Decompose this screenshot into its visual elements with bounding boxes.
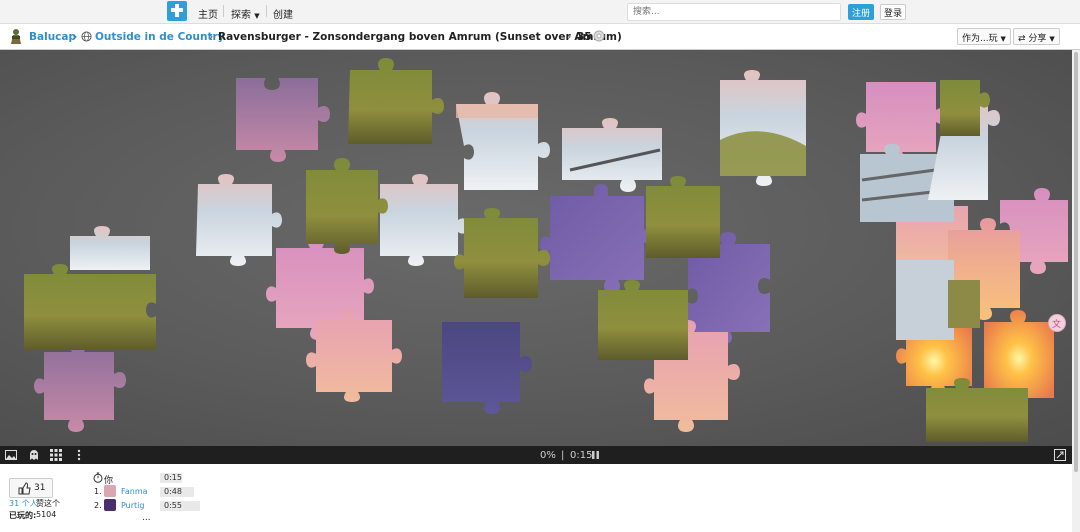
play-as-label: 作为...玩 xyxy=(962,34,998,44)
puzzle-piece[interactable] xyxy=(646,176,720,258)
fullscreen-icon[interactable] xyxy=(1054,449,1066,461)
search-input[interactable] xyxy=(627,3,841,21)
nav-divider xyxy=(266,5,267,17)
nav-create[interactable]: 创建 xyxy=(273,6,293,21)
chevron-right-icon: › xyxy=(567,30,572,43)
puzzle-piece[interactable] xyxy=(442,322,532,414)
ghost-icon[interactable] xyxy=(28,449,40,461)
rank-1: 1. xyxy=(94,487,102,496)
page-title: Ravensburger - Zonsondergang boven Amrum… xyxy=(218,31,622,43)
you-time: 0:15 xyxy=(160,473,182,483)
puzzle-pieces-layer xyxy=(24,58,1068,442)
translate-icon[interactable]: 文 xyxy=(1048,314,1066,332)
puzzle-piece[interactable] xyxy=(948,280,980,328)
leaderboard-name-1[interactable]: Fanma xyxy=(121,487,148,496)
avatar[interactable] xyxy=(104,485,116,497)
rank-2: 2. xyxy=(94,501,102,510)
progress-percent: 0% xyxy=(540,450,556,461)
puzzle-piece[interactable] xyxy=(456,92,550,190)
breadcrumb-category[interactable]: Outside in de Country xyxy=(95,31,225,43)
played-count: 5104 xyxy=(36,510,57,519)
thumbs-up-icon xyxy=(18,482,31,495)
pause-icon[interactable] xyxy=(591,450,600,460)
puzzle-piece[interactable] xyxy=(24,264,156,350)
nav-home[interactable]: 主页 xyxy=(198,6,218,21)
puzzle-piece[interactable] xyxy=(306,158,388,254)
puzzle-piece[interactable] xyxy=(720,70,806,186)
leaderboard-name-2[interactable]: Purtig xyxy=(121,501,144,510)
share-label: 分享 xyxy=(1028,34,1047,44)
puzzle-piece[interactable] xyxy=(380,174,468,266)
puzzle-piece[interactable] xyxy=(896,260,954,340)
chevron-right-icon: › xyxy=(209,30,214,43)
caret-down-icon: ▼ xyxy=(1049,35,1055,43)
leaderboard-time-1: 0:48 xyxy=(160,487,194,497)
puzzle-piece[interactable] xyxy=(306,310,402,402)
login-button[interactable]: 登录 xyxy=(880,4,907,20)
nav-explore-label: 探索 xyxy=(231,10,251,21)
signup-button[interactable]: 注册 xyxy=(848,4,875,20)
likes-people-link[interactable]: 31 个人 xyxy=(9,498,38,509)
nav-divider xyxy=(223,5,224,17)
puzzle-piece[interactable] xyxy=(540,184,658,294)
played-label: 已玩的: xyxy=(9,511,37,520)
user-avatar-icon[interactable] xyxy=(9,28,23,45)
caret-down-icon: ▼ xyxy=(254,12,260,20)
progress-separator: | xyxy=(561,450,565,461)
puzzle-piece[interactable] xyxy=(34,340,126,432)
puzzle-piece[interactable] xyxy=(196,174,282,266)
leaderboard-time-2: 0:55 xyxy=(160,501,200,511)
globe-icon xyxy=(81,31,92,42)
avatar[interactable] xyxy=(104,499,116,511)
puzzle-logo-icon[interactable] xyxy=(167,1,187,21)
puzzle-piece[interactable] xyxy=(348,58,444,144)
gear-icon[interactable] xyxy=(592,29,606,43)
puzzle-piece[interactable] xyxy=(984,310,1054,398)
likes-text: 赞这个 xyxy=(36,499,60,508)
piece-count: 35 xyxy=(577,31,592,43)
stopwatch-icon xyxy=(93,472,103,483)
puzzle-board[interactable] xyxy=(0,50,1072,446)
play-as-dropdown[interactable]: 作为...玩 ▼ xyxy=(957,28,1011,45)
puzzle-piece[interactable] xyxy=(598,280,688,360)
grid-icon[interactable] xyxy=(50,449,62,461)
puzzle-piece[interactable] xyxy=(562,118,662,192)
share-dropdown[interactable]: ⇄ 分享 ▼ xyxy=(1013,28,1060,45)
like-count: 31 xyxy=(34,483,46,493)
image-preview-icon[interactable] xyxy=(5,449,17,461)
like-button[interactable]: 31 xyxy=(9,478,53,498)
scrollbar-thumb[interactable] xyxy=(1074,52,1078,472)
breadcrumb-user[interactable]: Balucap xyxy=(29,31,76,43)
chevron-right-icon: › xyxy=(73,30,78,43)
breadcrumb: Balucap › Outside in de Country › Ravens… xyxy=(0,24,1080,50)
top-navbar: 主页 探索 ▼ 创建 注册 登录 xyxy=(0,0,1080,24)
puzzle-piece[interactable] xyxy=(856,82,948,164)
game-toolbar: 0% | 0:15 xyxy=(0,446,1072,464)
leaderboard-more[interactable]: ... xyxy=(142,513,151,523)
puzzle-piece[interactable] xyxy=(454,208,550,298)
more-icon[interactable] xyxy=(73,449,85,461)
share-icon: ⇄ xyxy=(1018,34,1026,44)
puzzle-piece[interactable] xyxy=(70,226,150,270)
caret-down-icon: ▼ xyxy=(1000,35,1006,43)
nav-explore[interactable]: 探索 ▼ xyxy=(231,6,260,21)
game-timer: 0:15 xyxy=(570,450,593,461)
puzzle-piece[interactable] xyxy=(236,78,330,162)
